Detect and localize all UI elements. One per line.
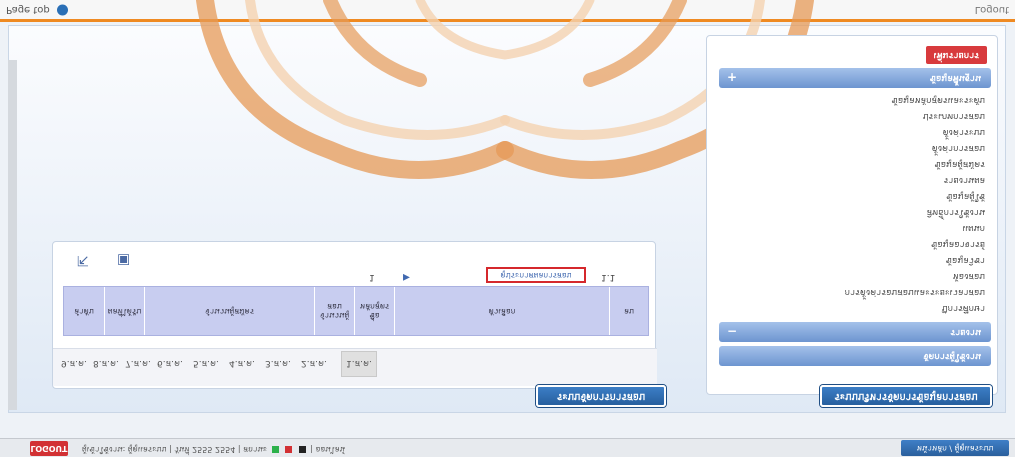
col-delete: ลบ bbox=[609, 287, 648, 335]
logout-button[interactable]: LOGOUT bbox=[30, 441, 68, 456]
menu-item[interactable]: ปีการศึกษา bbox=[942, 302, 985, 316]
exam-management-button[interactable]: ระบบจัดการการสอบ bbox=[536, 385, 666, 407]
page-item-active[interactable]: 1.ส.ค. bbox=[341, 351, 377, 377]
logout-link[interactable]: Logout bbox=[975, 4, 1009, 15]
status-green bbox=[271, 446, 279, 453]
menu-item[interactable]: รายงานผล bbox=[943, 174, 985, 188]
admin-menu-panel: เพิ่มรายการ + ข้อมูลพื้นฐาน ข้อมูลหลักสู… bbox=[706, 35, 998, 395]
page-item[interactable]: 6.ส.ค. bbox=[157, 357, 183, 371]
top-bar: Page top Logout bbox=[0, 0, 1015, 22]
col-order: ลำดับ bbox=[74, 306, 94, 316]
col-course: ชื่อหลักสูตร bbox=[354, 287, 394, 335]
menu-item[interactable]: ตั้งค่าการสอบ bbox=[932, 142, 985, 156]
menu-item[interactable]: ข้อมูลผู้ใช้ bbox=[946, 190, 985, 204]
col-result: ผลที่ได้รับ bbox=[104, 287, 144, 335]
bottom-status-bar: LOGOUT ผู้เข้าใช้งาน: ผู้ดูแลระบบ | วันท… bbox=[0, 438, 1015, 457]
status-text: ผู้เข้าใช้งาน: ผู้ดูแลระบบ | วันที่ 2555… bbox=[82, 445, 346, 454]
accordion-reports[interactable]: − รายงาน bbox=[719, 322, 991, 342]
announcement-link-box[interactable]: ดูประกาศผลการสอบ bbox=[486, 267, 586, 283]
accordion-user-management[interactable]: จัดการผู้ใช้งาน bbox=[719, 346, 991, 366]
menu-item[interactable]: ตั้งค่าระบบ bbox=[943, 126, 985, 140]
page-item[interactable]: 5.ส.ค. bbox=[193, 357, 219, 371]
accordion-basic-data[interactable]: + ข้อมูลพื้นฐาน bbox=[719, 68, 991, 88]
page-item[interactable]: 7.ส.ค. bbox=[125, 357, 151, 371]
page-item[interactable]: 2.ส.ค. bbox=[301, 357, 327, 371]
exam-results-panel: ⇱ ▣ 1.1 ดูประกาศผลการสอบ ▶ 1 ลำดับ ผลที่… bbox=[52, 241, 657, 389]
col-applicants: จำนวนผู้สมัคร bbox=[144, 287, 314, 335]
page-item[interactable]: 3.ส.ค. bbox=[265, 357, 291, 371]
export-icon[interactable]: ⇱ bbox=[77, 252, 89, 268]
page-item[interactable]: 8.ส.ค. bbox=[93, 357, 119, 371]
home-button[interactable]: หน้าหลัก / ผู้ดูแลระบบ bbox=[901, 440, 1009, 456]
row-count: 1 bbox=[369, 272, 375, 282]
col-examinees: จำนวนผู้สอบ bbox=[314, 287, 354, 335]
menu-item[interactable]: สิทธิ์การใช้งาน bbox=[927, 206, 985, 220]
pagination: 9.ส.ค. 8.ส.ค. 7.ส.ค. 6.ส.ค. 5.ส.ค. 4.ส.ค… bbox=[53, 348, 657, 386]
left-scroll-strip[interactable] bbox=[8, 60, 17, 410]
new-item-button[interactable]: เพิ่มรายการ bbox=[925, 46, 987, 64]
admin-system-button[interactable]: ระบบบริหารจัดการข้อมูลการสอบ bbox=[820, 385, 992, 407]
status-red bbox=[285, 446, 293, 453]
status-black bbox=[298, 446, 306, 453]
page-top-label: Page top bbox=[6, 4, 50, 15]
menu-item[interactable]: ห้องสอบ bbox=[953, 270, 985, 284]
minus-icon: − bbox=[727, 324, 738, 338]
table-header: ลำดับ ผลที่ได้รับ จำนวนผู้สมัคร จำนวนผู้… bbox=[63, 286, 649, 336]
menu-item[interactable]: ข้อมูลอาจารย์ bbox=[931, 238, 985, 252]
page-top-link[interactable]: Page top bbox=[6, 4, 68, 16]
col-option: ตัวเลือก bbox=[394, 287, 609, 335]
play-icon[interactable]: ▶ bbox=[403, 272, 410, 282]
arrow-up-icon bbox=[56, 4, 68, 16]
menu-item[interactable]: ประเภทการสอบ bbox=[923, 110, 985, 124]
row-index: 1.1 bbox=[601, 272, 616, 282]
menu-item[interactable]: แผนก bbox=[962, 222, 985, 236]
announcement-link[interactable]: ดูประกาศผลการสอบ bbox=[488, 269, 584, 281]
menu-item[interactable]: การตั้งค่ารอบสอบและระยะเวลาสอบ bbox=[845, 286, 985, 300]
menu-item[interactable]: ข้อมูลหลักสูตรและระดับ bbox=[892, 94, 985, 108]
save-icon[interactable]: ▣ bbox=[117, 252, 130, 268]
menu-item[interactable]: ข้อมูลผู้สมัคร bbox=[934, 158, 985, 172]
page-item[interactable]: 9.ส.ค. bbox=[61, 357, 87, 371]
page-item[interactable]: 4.ส.ค. bbox=[229, 357, 255, 371]
menu-item[interactable]: ข้อมูลวิชา bbox=[946, 254, 985, 268]
plus-icon: + bbox=[727, 70, 738, 84]
